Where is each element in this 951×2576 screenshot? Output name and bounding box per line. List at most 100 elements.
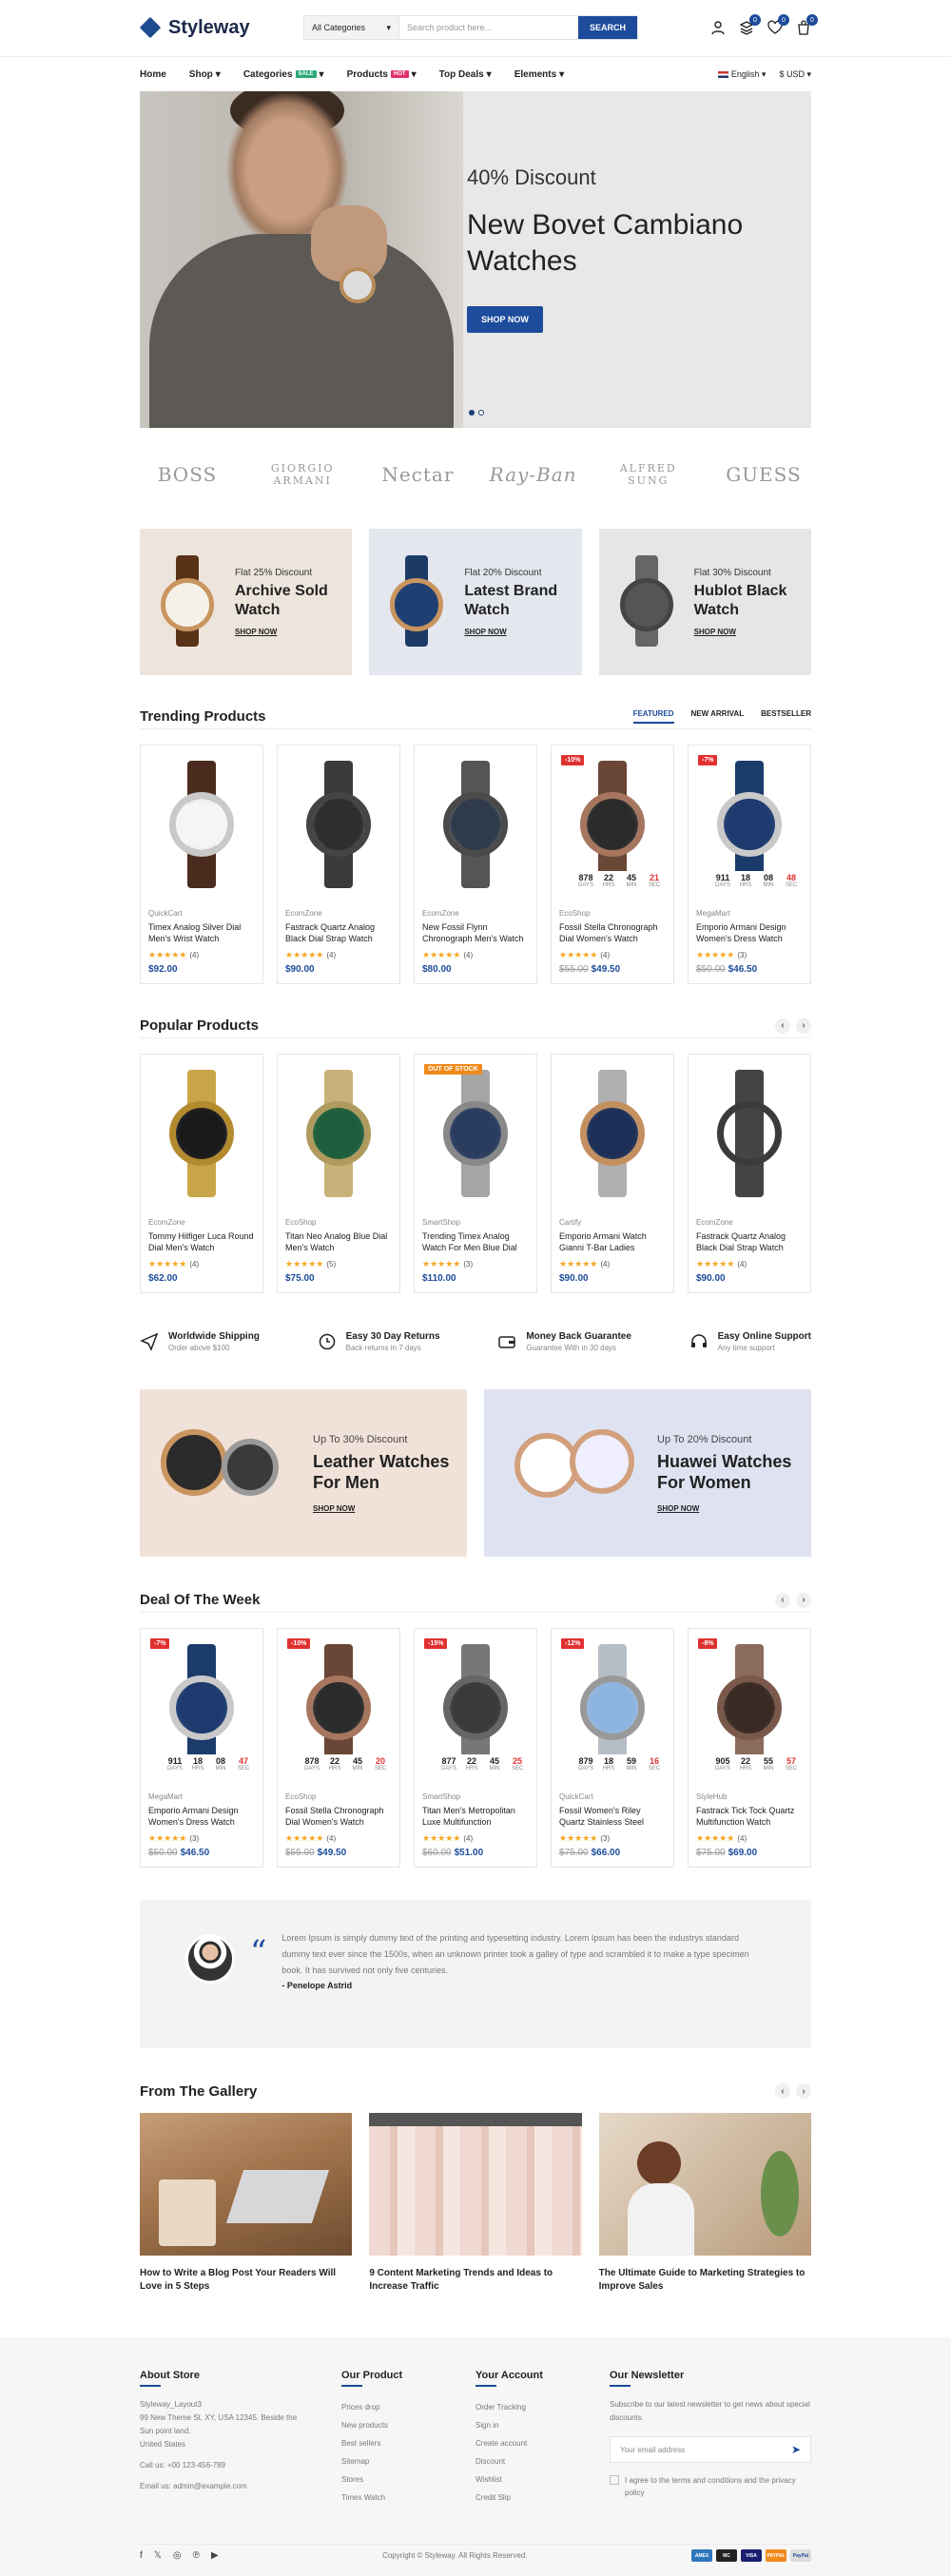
product-card[interactable]: Cartify Emporio Armani Watch Gianni T-Bar… [551, 1054, 674, 1293]
blog-post[interactable]: The Ultimate Guide to Marketing Strategi… [598, 2113, 811, 2294]
shop-now-link[interactable]: SHOP NOW [464, 628, 581, 636]
prev-arrow-icon[interactable]: ‹ [775, 1017, 790, 1034]
heart-icon[interactable]: 0 [767, 14, 789, 35]
product-name[interactable]: Tommy Hilfiger Luca Round Dial Men's Wat… [148, 1230, 255, 1253]
pinterest-icon[interactable]: ℗ [193, 2550, 200, 2561]
product-name[interactable]: Fastrack Quartz Analog Black Dial Strap … [696, 1230, 803, 1253]
tab-new-arrival[interactable]: NEW ARRIVAL [691, 709, 745, 724]
footer-link[interactable]: Sign in [476, 2416, 610, 2434]
product-card[interactable]: OUT OF STOCK SmartShop Trending Timex Anal… [414, 1054, 537, 1293]
newsletter-email-input[interactable]: Your email address ➤ [610, 2436, 811, 2463]
footer-link[interactable]: Timex Watch [341, 2489, 476, 2507]
product-card[interactable]: -15% 877 DAYS 22 HRS 45 MIN 25 SEC SmartShop Titan… [414, 1628, 537, 1868]
product-card[interactable]: QuickCart Timex Analog Silver Dial Men's … [140, 745, 263, 984]
next-arrow-icon[interactable]: › [796, 1017, 811, 1034]
nav-home[interactable]: Home [140, 69, 166, 80]
product-card[interactable]: EcomZone Fastrack Quartz Analog Black Dia… [277, 745, 400, 984]
brand-logo[interactable]: Nectar [370, 463, 465, 486]
nav-categories[interactable]: Categories SALE ▾ [243, 69, 324, 80]
promo-card[interactable]: Flat 30% Discount Hublot Black Watch SHOP … [598, 529, 811, 675]
search-category-select[interactable]: All Categories ▾ [304, 16, 399, 39]
product-card[interactable]: -8% 905 DAYS 22 HRS 55 MIN 57 SEC StyleHub Fastrac… [688, 1628, 811, 1868]
footer-link[interactable]: Sitemap [341, 2452, 476, 2470]
product-card[interactable]: -12% 879 DAYS 18 HRS 59 MIN 16 SEC QuickCart Fossi… [551, 1628, 674, 1868]
footer-link[interactable]: Prices drop [341, 2398, 476, 2416]
product-name[interactable]: Fossil Women's Riley Quartz Stainless St… [559, 1805, 666, 1828]
promo-card[interactable]: Flat 25% Discount Archive Sold Watch SHOP … [140, 529, 353, 675]
product-name[interactable]: Titan Men's Metropolitan Luxe Multifunct… [422, 1805, 529, 1828]
blog-post[interactable]: 9 Content Marketing Trends and Ideas to … [369, 2113, 582, 2294]
product-card[interactable]: -7% 911 DAYS 18 HRS 08 MIN 48 SEC MegaMart Emporio… [688, 745, 811, 984]
terms-checkbox[interactable]: I agree to the terms and conditions and … [610, 2474, 811, 2499]
brand-logo[interactable]: GIORGIO ARMANI [255, 462, 350, 487]
product-name[interactable]: New Fossil Flynn Chronograph Men's Watch [422, 921, 529, 944]
shop-now-link[interactable]: SHOP NOW [694, 628, 811, 636]
product-image [148, 1062, 255, 1205]
footer-link[interactable]: Best sellers [341, 2434, 476, 2452]
send-icon[interactable]: ➤ [791, 2443, 801, 2456]
shop-now-link[interactable]: SHOP NOW [235, 628, 352, 636]
product-card[interactable]: EcoShop Titan Neo Analog Blue Dial Men's … [277, 1054, 400, 1293]
footer-link[interactable]: Wishlist [476, 2470, 610, 2489]
language-select[interactable]: English ▾ [717, 69, 766, 80]
footer-link[interactable]: Create account [476, 2434, 610, 2452]
shop-now-link[interactable]: SHOP NOW [313, 1504, 467, 1513]
nav-shop[interactable]: Shop ▾ [189, 69, 221, 80]
user-icon[interactable] [710, 20, 726, 35]
product-name[interactable]: Trending Timex Analog Watch For Men Blue… [422, 1230, 529, 1253]
currency-select[interactable]: $ USD ▾ [779, 69, 811, 80]
product-name[interactable]: Timex Analog Silver Dial Men's Wrist Wat… [148, 921, 255, 944]
logo[interactable]: Styleway [139, 17, 303, 39]
nav-products[interactable]: Products HOT ▾ [347, 69, 417, 80]
cart-icon[interactable]: 0 [796, 14, 818, 35]
watch-icon [222, 1439, 279, 1496]
tab-bestseller[interactable]: BESTSELLER [761, 709, 811, 724]
product-name[interactable]: Fossil Stella Chronograph Dial Women's W… [285, 1805, 392, 1828]
product-card[interactable]: EcomZone Tommy Hilfiger Luca Round Dial M… [140, 1054, 263, 1293]
product-name[interactable]: Fastrack Tick Tock Quartz Multifunction … [696, 1805, 803, 1828]
x-icon[interactable]: 𝕏 [154, 2550, 162, 2561]
product-card[interactable]: -10% 878 DAYS 22 HRS 45 MIN 21 SEC EcoShop Fossil … [551, 745, 674, 984]
product-card[interactable]: -10% 878 DAYS 22 HRS 45 MIN 20 SEC EcoShop Fossil … [277, 1628, 400, 1868]
facebook-icon[interactable]: f [140, 2550, 143, 2561]
compare-icon[interactable]: 0 [739, 14, 761, 35]
next-arrow-icon[interactable]: › [796, 1592, 811, 1608]
youtube-icon[interactable]: ▶ [211, 2550, 219, 2561]
hero-shop-now-button[interactable]: SHOP NOW [467, 306, 543, 333]
nav-top-deals[interactable]: Top Deals ▾ [439, 69, 492, 80]
shop-now-link[interactable]: SHOP NOW [657, 1504, 811, 1513]
slider-dot[interactable] [469, 410, 475, 416]
promo-card[interactable]: Flat 20% Discount Latest Brand Watch SHOP … [369, 529, 582, 675]
instagram-icon[interactable]: ◎ [173, 2550, 182, 2561]
product-name[interactable]: Emporio Armani Design Women's Dress Watc… [696, 921, 803, 944]
footer-link[interactable]: Credit Slip [476, 2489, 610, 2507]
brand-logo[interactable]: ALFRED SUNG [601, 462, 696, 487]
search-button[interactable]: SEARCH [578, 16, 637, 39]
search-input[interactable]: Search product here... [399, 16, 578, 39]
prev-arrow-icon[interactable]: ‹ [775, 1592, 790, 1608]
product-name[interactable]: Emporio Armani Watch Gianni T-Bar Ladies [559, 1230, 666, 1253]
prev-arrow-icon[interactable]: ‹ [775, 2083, 790, 2099]
brand-logo[interactable]: BOSS [140, 463, 235, 486]
product-card[interactable]: -7% 911 DAYS 18 HRS 08 MIN 47 SEC MegaMart Emporio… [140, 1628, 263, 1868]
footer-link[interactable]: New products [341, 2416, 476, 2434]
product-card[interactable]: EcomZone Fastrack Quartz Analog Black Dia… [688, 1054, 811, 1293]
product-name[interactable]: Fossil Stella Chronograph Dial Women's W… [559, 921, 666, 944]
banner-men[interactable]: Up To 30% Discount Leather Watches For Me… [140, 1389, 467, 1557]
discount-badge: -15% [424, 1638, 448, 1649]
product-name[interactable]: Titan Neo Analog Blue Dial Men's Watch [285, 1230, 392, 1253]
product-name[interactable]: Emporio Armani Design Women's Dress Watc… [148, 1805, 255, 1828]
footer-link[interactable]: Stores [341, 2470, 476, 2489]
blog-post[interactable]: How to Write a Blog Post Your Readers Wi… [140, 2113, 353, 2294]
product-card[interactable]: EcomZone New Fossil Flynn Chronograph Men… [414, 745, 537, 984]
banner-women[interactable]: Up To 20% Discount Huawei Watches For Wom… [484, 1389, 811, 1557]
footer-link[interactable]: Discount [476, 2452, 610, 2470]
tab-featured[interactable]: FEATURED [632, 709, 674, 724]
brand-logo[interactable]: GUESS [716, 463, 811, 486]
product-name[interactable]: Fastrack Quartz Analog Black Dial Strap … [285, 921, 392, 944]
brand-logo[interactable]: Ray-Ban [486, 463, 581, 486]
nav-elements[interactable]: Elements ▾ [514, 69, 565, 80]
footer-link[interactable]: Order Tracking [476, 2398, 610, 2416]
next-arrow-icon[interactable]: › [796, 2083, 811, 2099]
slider-dot[interactable] [478, 410, 484, 416]
